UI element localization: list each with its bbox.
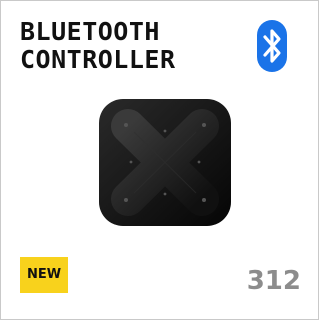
new-badge: NEW bbox=[20, 257, 68, 293]
product-card[interactable]: BLUETOOTH CONTROLLER NEW 312 bbox=[0, 0, 319, 320]
title-line-1: BLUETOOTH bbox=[20, 17, 160, 46]
product-title: BLUETOOTH CONTROLLER bbox=[20, 18, 176, 74]
controller-image bbox=[99, 99, 231, 226]
title-line-2: CONTROLLER bbox=[20, 45, 176, 74]
product-number: 312 bbox=[246, 266, 301, 296]
bluetooth-icon bbox=[257, 20, 287, 72]
